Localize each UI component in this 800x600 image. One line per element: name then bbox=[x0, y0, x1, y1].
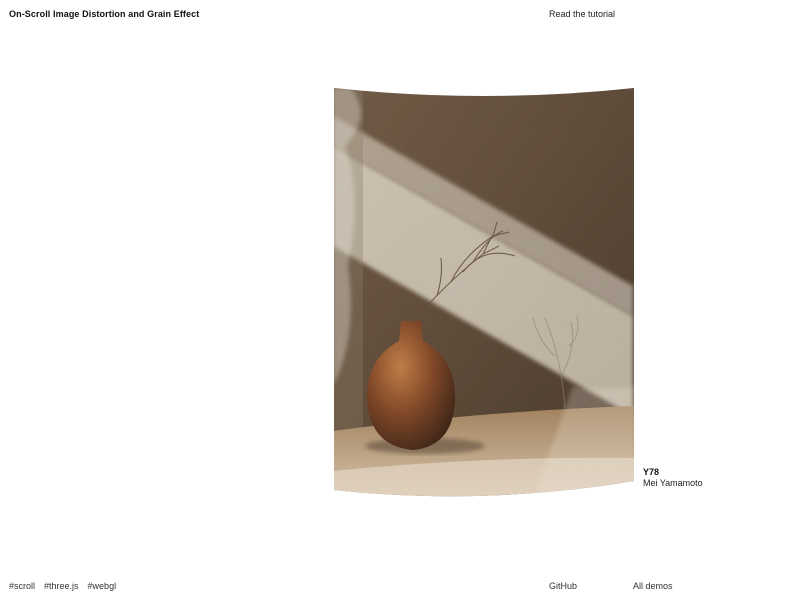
photo-vase-image bbox=[334, 88, 634, 497]
tag-list: #scroll #three.js #webgl bbox=[9, 581, 116, 591]
github-link[interactable]: GitHub bbox=[549, 581, 577, 591]
page: On-Scroll Image Distortion and Grain Eff… bbox=[0, 0, 800, 600]
distorted-image bbox=[333, 86, 635, 498]
all-demos-link[interactable]: All demos bbox=[633, 581, 673, 591]
image-caption: Y78 Mei Yamamoto bbox=[643, 467, 703, 489]
image-author: Mei Yamamoto bbox=[643, 478, 703, 488]
tag-webgl[interactable]: #webgl bbox=[88, 581, 117, 591]
tag-scroll[interactable]: #scroll bbox=[9, 581, 35, 591]
image-code: Y78 bbox=[643, 467, 660, 477]
site-title: On-Scroll Image Distortion and Grain Eff… bbox=[9, 9, 200, 19]
tag-threejs[interactable]: #three.js bbox=[44, 581, 79, 591]
read-tutorial-link[interactable]: Read the tutorial bbox=[549, 9, 615, 19]
